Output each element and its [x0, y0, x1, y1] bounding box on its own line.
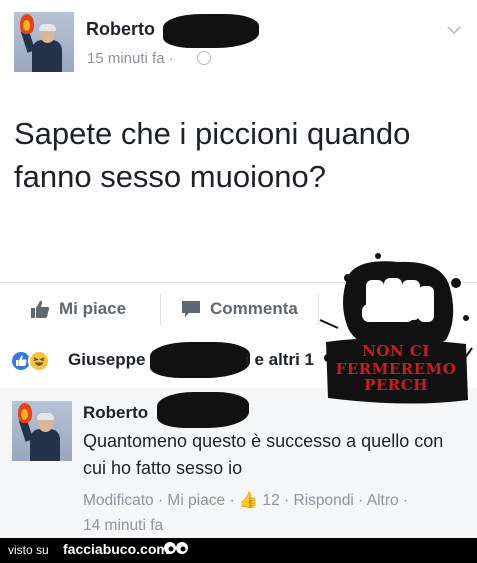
commenter-avatar[interactable]	[12, 401, 72, 461]
author-name[interactable]: Roberto	[86, 19, 155, 40]
footer-visto: visto su	[8, 543, 49, 557]
like-label: Mi piace	[59, 299, 127, 318]
globe-icon	[197, 51, 211, 65]
comment-meta: Modificato · Mi piace · 👍 12 · Rispondi …	[83, 488, 468, 538]
redaction-scribble	[150, 342, 250, 378]
post-timestamp[interactable]: 15 minuti fa ·	[87, 50, 174, 67]
comment-author[interactable]: Roberto	[83, 403, 148, 423]
watermark-footer: visto su facciabuco.com	[0, 538, 477, 563]
reaction-others[interactable]: i e altri 1	[245, 350, 314, 370]
eyes-logo-icon	[164, 542, 188, 554]
comment-icon	[182, 301, 200, 317]
comment-text: Quantomeno questo è successo a quello co…	[83, 431, 444, 478]
like-button[interactable]: Mi piace	[30, 283, 126, 335]
comment-button[interactable]: Commenta	[181, 283, 298, 335]
protest-fist-stamp: NON CI FERMEREMO PERCH	[318, 248, 474, 418]
chevron-down-icon[interactable]	[446, 22, 462, 38]
stamp-line-3: PERCH	[364, 376, 428, 394]
divider	[160, 293, 161, 325]
stamp-line-1: NON CI	[362, 342, 430, 360]
post-header: Roberto 15 minuti fa ·	[0, 0, 477, 80]
footer-site-link[interactable]: facciabuco.com	[63, 541, 169, 557]
redaction-scribble	[157, 392, 249, 428]
post-text: Sapete che i piccioni quando fanno sesso…	[14, 116, 411, 194]
reaction-names[interactable]: Giuseppe	[68, 350, 145, 370]
comment-label: Commenta	[210, 299, 298, 318]
comment-timestamp[interactable]: 14 minuti fa	[83, 513, 468, 538]
thumbs-up-icon	[31, 300, 50, 318]
haha-reaction-icon	[28, 350, 50, 372]
author-avatar[interactable]	[14, 12, 74, 72]
comment-actions[interactable]: Modificato · Mi piace · 👍 12 · Rispondi …	[83, 488, 468, 513]
redaction-scribble	[163, 14, 259, 48]
